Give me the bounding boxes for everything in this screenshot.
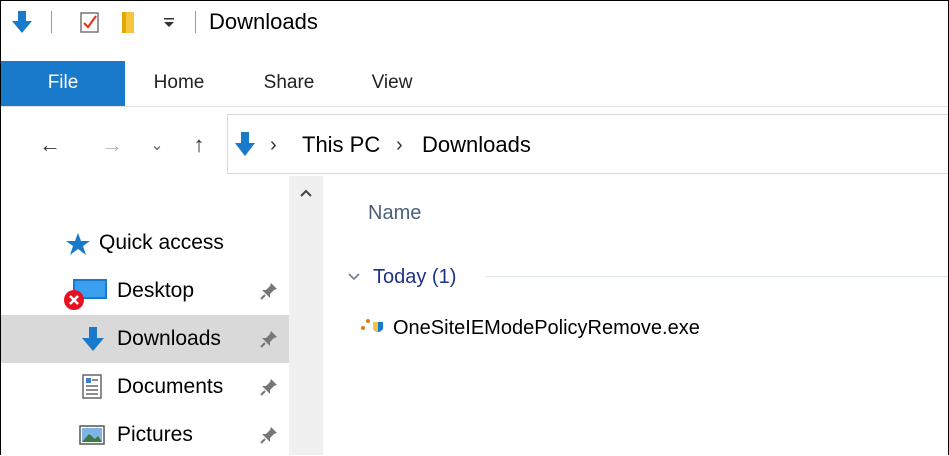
- sidebar-item-label: Quick access: [99, 231, 224, 254]
- pin-icon[interactable]: [259, 329, 279, 349]
- pin-icon[interactable]: [259, 425, 279, 445]
- tab-home[interactable]: Home: [141, 61, 217, 106]
- star-icon: [65, 232, 91, 261]
- tab-share[interactable]: Share: [251, 61, 327, 106]
- breadcrumb-this-pc[interactable]: This PC: [302, 131, 380, 159]
- up-arrow-icon: ↑: [193, 132, 205, 157]
- desktop-icon: [63, 277, 109, 316]
- forward-button[interactable]: →: [95, 129, 129, 161]
- group-header-today[interactable]: Today (1): [347, 263, 456, 291]
- breadcrumb-downloads[interactable]: Downloads: [422, 131, 531, 159]
- back-arrow-icon: ←: [39, 132, 61, 157]
- back-button[interactable]: ←: [33, 129, 67, 161]
- tab-view[interactable]: View: [357, 61, 427, 106]
- chevron-down-icon: [348, 273, 360, 281]
- documents-icon: [81, 374, 103, 405]
- title-bar: Downloads: [1, 1, 948, 41]
- up-button[interactable]: ↑: [183, 129, 215, 161]
- nav-pane-scrollbar[interactable]: [289, 176, 322, 455]
- address-bar[interactable]: › This PC › Downloads: [227, 114, 948, 174]
- file-name: OneSiteIEModePolicyRemove.exe: [393, 316, 700, 339]
- scroll-up-button[interactable]: [289, 188, 322, 212]
- sidebar-item-desktop[interactable]: Desktop: [1, 267, 289, 315]
- sidebar-item-label: Pictures: [117, 423, 193, 446]
- sidebar-item-downloads[interactable]: Downloads: [1, 315, 289, 363]
- breadcrumb-separator[interactable]: ›: [270, 131, 277, 159]
- window-title: Downloads: [209, 9, 318, 34]
- group-label: Today (1): [373, 265, 457, 288]
- pictures-icon: [79, 425, 105, 450]
- breadcrumb-separator[interactable]: ›: [396, 131, 403, 159]
- explorer-window: Downloads File Home Share View ← → ⌄ ↑ ›…: [0, 0, 949, 455]
- download-arrow-icon: [81, 326, 105, 357]
- tab-file[interactable]: File: [1, 61, 125, 106]
- customize-dropdown-icon[interactable]: [159, 9, 179, 35]
- new-folder-icon[interactable]: [119, 9, 139, 35]
- download-arrow-icon: [234, 131, 256, 162]
- download-arrow-icon[interactable]: [9, 9, 35, 35]
- pin-icon[interactable]: [259, 377, 279, 397]
- properties-checkbox-icon[interactable]: [77, 9, 103, 35]
- sidebar-item-quick-access[interactable]: Quick access: [1, 219, 289, 267]
- sidebar-item-pictures[interactable]: Pictures: [1, 411, 289, 455]
- sidebar-item-label: Documents: [117, 375, 224, 398]
- group-divider: [485, 276, 948, 277]
- column-header-name[interactable]: Name: [368, 202, 421, 225]
- ribbon-divider: [1, 106, 948, 107]
- exe-shield-icon: [359, 315, 385, 342]
- chevron-up-icon: [299, 189, 312, 197]
- navigation-pane: Quick access Desktop Downloads Documents: [1, 176, 289, 455]
- recent-locations-button[interactable]: ⌄: [147, 129, 167, 161]
- pin-icon[interactable]: [259, 281, 279, 301]
- chevron-down-icon: ⌄: [150, 137, 164, 154]
- pane-divider[interactable]: [322, 176, 323, 455]
- ribbon-tabs: File Home Share View: [1, 61, 948, 106]
- sidebar-item-label: Downloads: [117, 327, 221, 350]
- file-item[interactable]: OneSiteIEModePolicyRemove.exe: [359, 313, 700, 343]
- forward-arrow-icon: →: [101, 132, 123, 157]
- sidebar-item-documents[interactable]: Documents: [1, 363, 289, 411]
- toolbar-separator: [51, 11, 52, 33]
- toolbar-separator: [195, 11, 196, 33]
- sidebar-item-label: Desktop: [117, 279, 195, 302]
